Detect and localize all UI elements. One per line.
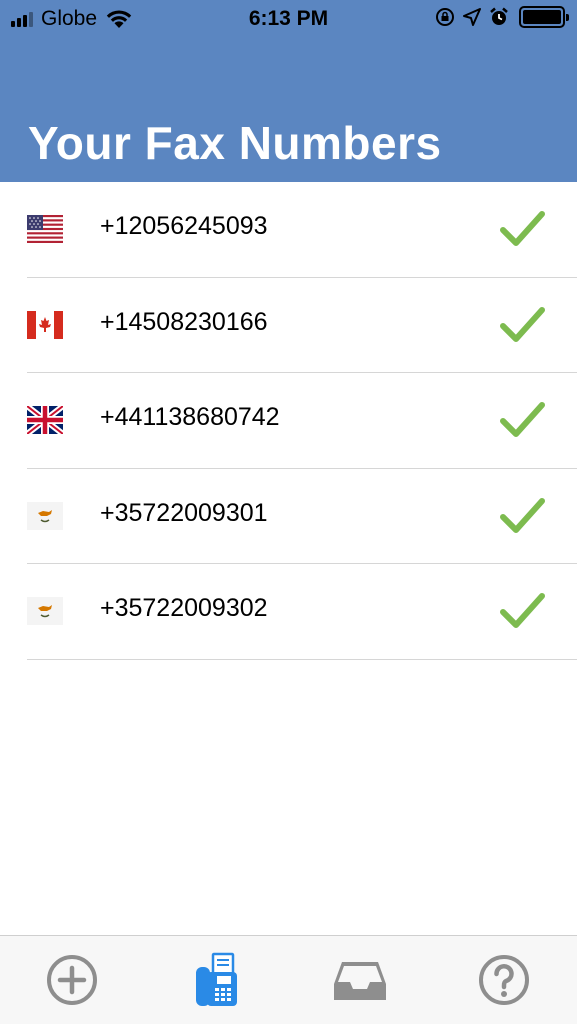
inbox-tray-icon [334, 962, 386, 1000]
fax-number: +35722009302 [100, 594, 268, 622]
uk-flag-icon [27, 406, 63, 434]
status-right [427, 6, 569, 28]
us-flag-icon [27, 215, 63, 243]
fax-number-row[interactable]: +441138680742 [27, 373, 577, 469]
battery-icon [519, 6, 569, 28]
tab-help[interactable] [474, 952, 534, 1008]
fax-number-row[interactable]: +14508230166 [27, 278, 577, 373]
tab-add[interactable] [42, 952, 102, 1008]
fax-machine-icon [196, 952, 237, 1006]
status-bar: Globe 6:13 PM [0, 0, 577, 38]
fax-number: +14508230166 [100, 307, 268, 336]
help-circle-icon [479, 955, 529, 1005]
location-arrow-icon [463, 8, 481, 26]
fax-number-row[interactable]: +12056245093 [27, 182, 577, 278]
add-circle-icon [47, 955, 97, 1005]
check-icon [500, 402, 545, 437]
check-icon [500, 593, 545, 628]
fax-number: +35722009301 [100, 498, 268, 527]
cyprus-flag-icon [27, 501, 63, 530]
check-icon [500, 306, 545, 342]
fax-number-row[interactable]: +35722009302 [27, 564, 577, 660]
check-icon [500, 497, 545, 533]
tab-bar [0, 935, 577, 1024]
canada-flag-icon [27, 310, 63, 339]
fax-number-list: +12056245093 +14508230166 +441138680742 [0, 182, 577, 660]
check-icon [500, 211, 545, 246]
tab-inbox[interactable] [330, 952, 390, 1008]
tab-fax-numbers[interactable] [186, 952, 246, 1008]
cyprus-flag-icon [27, 597, 63, 625]
fax-number-row[interactable]: +35722009301 [27, 469, 577, 564]
fax-number: +12056245093 [100, 212, 268, 240]
fax-number: +441138680742 [100, 403, 280, 431]
orientation-lock-icon [436, 8, 454, 26]
alarm-clock-icon [490, 7, 508, 25]
header: Globe 6:13 PM Your Fax Numbers [0, 0, 577, 182]
page-title: Your Fax Numbers [28, 117, 442, 169]
